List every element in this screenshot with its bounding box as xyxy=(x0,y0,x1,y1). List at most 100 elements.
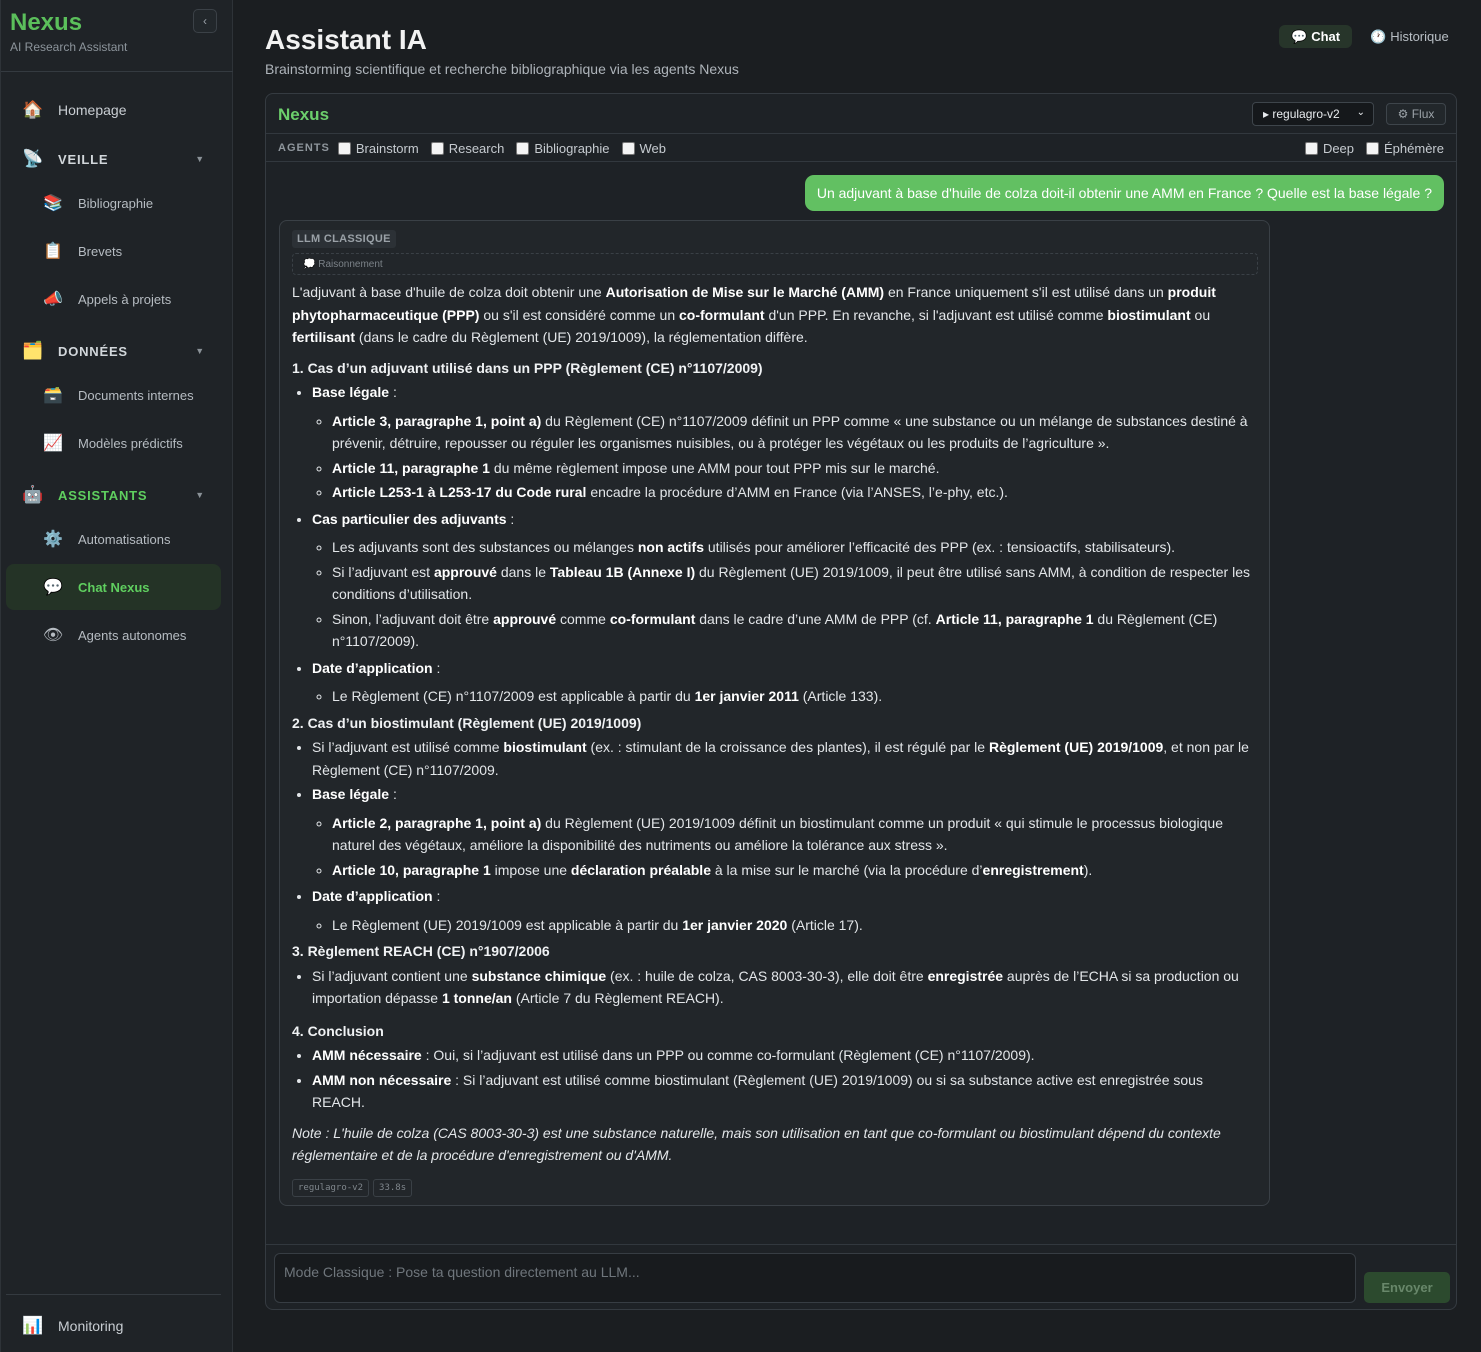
bold-text: Cas particulier des adjuvants xyxy=(312,510,507,527)
checkbox-box[interactable] xyxy=(337,141,351,155)
bold-text: biostimulant xyxy=(503,739,587,755)
sidebar-item-label: Automatisations xyxy=(78,531,171,547)
checkbox-label: Web xyxy=(639,140,667,156)
text: ou xyxy=(1190,306,1211,323)
chat-options: Deep Éphémère xyxy=(1304,135,1456,162)
list-item: Article 3, paragraphe 1, point a) du Règ… xyxy=(332,410,1258,455)
sidebar-item-modeles-predictifs[interactable]: 📈 Modèles prédictifs xyxy=(6,420,221,466)
list-item: Si l’adjuvant est approuvé dans le Table… xyxy=(332,561,1258,606)
answer-content: L'adjuvant à base d'huile de colza doit … xyxy=(292,281,1258,1175)
model-badge: regulagro-v2 xyxy=(292,1179,370,1197)
bold-text: co-formulant xyxy=(609,610,696,627)
chevron-down-icon: ⌄ xyxy=(1356,107,1365,118)
sidebar-section-veille[interactable]: 📡 VEILLE ▼ xyxy=(6,136,221,182)
checkbox-label: Bibliographie xyxy=(534,140,610,156)
checkbox-label: Research xyxy=(448,140,505,156)
bold-text: substance chimique xyxy=(471,967,607,984)
tab-label: Historique xyxy=(1390,29,1449,44)
section-heading: 3. Règlement REACH (CE) n°1907/2006 xyxy=(292,943,550,959)
sidebar-section-donnees[interactable]: 🗂️ DONNÉES ▼ xyxy=(6,328,221,374)
text: (Article 17). xyxy=(787,916,863,933)
list-item: Si l’adjuvant est utilisé comme biostimu… xyxy=(312,736,1258,781)
checkbox-label: Deep xyxy=(1322,141,1355,156)
send-button[interactable]: Envoyer xyxy=(1364,1272,1450,1303)
sidebar-item-monitoring[interactable]: 📊 Monitoring xyxy=(6,1303,221,1349)
checkbox-box[interactable] xyxy=(516,141,530,155)
text: : xyxy=(432,888,441,904)
text: dans le cadre d’une AMM de PPP (cf. xyxy=(695,610,936,627)
sidebar-item-homepage[interactable]: 🏠 Homepage xyxy=(6,87,221,133)
flux-button[interactable]: ⚙ Flux xyxy=(1386,103,1446,125)
sidebar-item-chat-nexus[interactable]: 💬 Chat Nexus xyxy=(6,564,221,610)
sidebar-item-brevets[interactable]: 📋 Brevets xyxy=(6,228,221,274)
list-item: Les adjuvants sont des substances ou mél… xyxy=(332,536,1258,559)
text: : xyxy=(389,786,397,802)
model-select[interactable]: ▸ regulagro-v2 ⌄ xyxy=(1252,102,1374,126)
text: dans le xyxy=(496,563,550,580)
bold-text: Article 2, paragraphe 1, point a) xyxy=(332,814,542,831)
bold-text: Base légale xyxy=(312,384,390,400)
list-item: Date d’application : Le Règlement (UE) 2… xyxy=(312,885,1258,936)
agent-research-checkbox[interactable]: Research xyxy=(430,140,505,156)
agent-brainstorm-checkbox[interactable]: Brainstorm xyxy=(337,141,419,156)
collapse-sidebar-button[interactable]: ‹ xyxy=(193,9,217,33)
section-list: AMM nécessaire : Oui, si l’adjuvant est … xyxy=(312,1044,1258,1114)
sub-list: Le Règlement (CE) n°1107/2009 est applic… xyxy=(332,685,1258,708)
list-item: Sinon, l’adjuvant doit être approuvé com… xyxy=(332,608,1258,653)
text: : xyxy=(432,659,441,676)
sidebar-item-documents-internes[interactable]: 🗃️ Documents internes xyxy=(6,372,221,418)
checkbox-box[interactable] xyxy=(430,141,444,155)
text: Si l’adjuvant contient une xyxy=(312,967,472,984)
text: (dans le cadre du Règlement (UE) 2019/10… xyxy=(355,329,808,345)
agents-label: AGENTS xyxy=(278,142,330,154)
text: Le Règlement (CE) n°1107/2009 est applic… xyxy=(332,688,695,704)
text: Si l’adjuvant est xyxy=(332,563,434,580)
text: : xyxy=(389,384,397,400)
text: Si l’adjuvant est utilisé comme xyxy=(312,739,504,755)
checkbox-box[interactable] xyxy=(621,141,635,155)
chat-panel-header: Nexus ▸ regulagro-v2 ⌄ ⚙ Flux xyxy=(266,94,1456,134)
speech-bubble-icon: 💬 xyxy=(1291,28,1308,44)
prompt-input[interactable]: Mode Classique : Pose ta question direct… xyxy=(274,1253,1356,1303)
sub-list: Le Règlement (UE) 2019/1009 est applicab… xyxy=(332,914,1258,937)
agent-web-checkbox[interactable]: Web xyxy=(621,140,667,156)
chevron-down-icon: ▼ xyxy=(195,490,205,500)
books-icon: 📚 xyxy=(43,195,63,212)
clock-icon: 🕐 xyxy=(1370,28,1387,44)
folder-icon: 🗂️ xyxy=(22,341,44,360)
tab-chat[interactable]: 💬 Chat xyxy=(1279,25,1353,48)
agents-bar: AGENTS Brainstorm Research Bibliographie… xyxy=(266,135,1456,162)
assistant-answer-card: LLM CLASSIQUE 💭 Raisonnement L'adjuvant … xyxy=(279,220,1270,1206)
composer: Mode Classique : Pose ta question direct… xyxy=(266,1244,1456,1309)
list-item: Cas particulier des adjuvants : Les adju… xyxy=(312,508,1258,653)
bold-text: fertilisant xyxy=(292,329,356,345)
sidebar-item-label: Appels à projets xyxy=(78,291,172,307)
sidebar-item-agents-autonomes[interactable]: 👁 Agents autonomes xyxy=(6,612,221,658)
list-item: AMM non nécessaire : Si l’adjuvant est u… xyxy=(312,1069,1258,1114)
text: (Article 133). xyxy=(798,688,883,704)
agent-bibliographie-checkbox[interactable]: Bibliographie xyxy=(516,140,610,156)
sidebar-item-appels-a-projets[interactable]: 📣 Appels à projets xyxy=(6,276,221,322)
checkbox-box[interactable] xyxy=(1366,142,1380,155)
text: encadre la procédure d’AMM en France (vi… xyxy=(586,484,1008,500)
bold-text: Article 11, paragraphe 1 xyxy=(332,459,490,476)
sidebar-section-label: ASSISTANTS xyxy=(58,487,148,503)
bold-text: Règlement (UE) 2019/1009 xyxy=(988,739,1164,755)
deep-checkbox[interactable]: Deep xyxy=(1304,141,1355,156)
tab-label: Chat xyxy=(1311,29,1341,44)
answer-mode-badge: LLM CLASSIQUE xyxy=(292,230,396,248)
reasoning-toggle[interactable]: 💭 Raisonnement xyxy=(292,253,1258,275)
page-subtitle: Brainstorming scientifique et recherche … xyxy=(265,61,739,77)
sidebar-section-assistants[interactable]: 🤖 ASSISTANTS ▼ xyxy=(6,472,221,518)
model-select-value: ▸ regulagro-v2 xyxy=(1263,107,1340,121)
brand-name: Nexus xyxy=(10,9,83,36)
gear-icon: ⚙️ xyxy=(43,531,63,548)
text: en France uniquement s'il est utilisé da… xyxy=(884,284,1168,300)
sidebar-item-bibliographie[interactable]: 📚 Bibliographie xyxy=(6,180,221,226)
text: : xyxy=(506,510,515,527)
ephemere-checkbox[interactable]: Éphémère xyxy=(1366,141,1444,156)
checkbox-box[interactable] xyxy=(1304,142,1318,155)
tab-historique[interactable]: 🕐 Historique xyxy=(1358,25,1461,48)
list-item: Article 2, paragraphe 1, point a) du Règ… xyxy=(332,812,1258,857)
sidebar-item-automatisations[interactable]: ⚙️ Automatisations xyxy=(6,516,221,562)
